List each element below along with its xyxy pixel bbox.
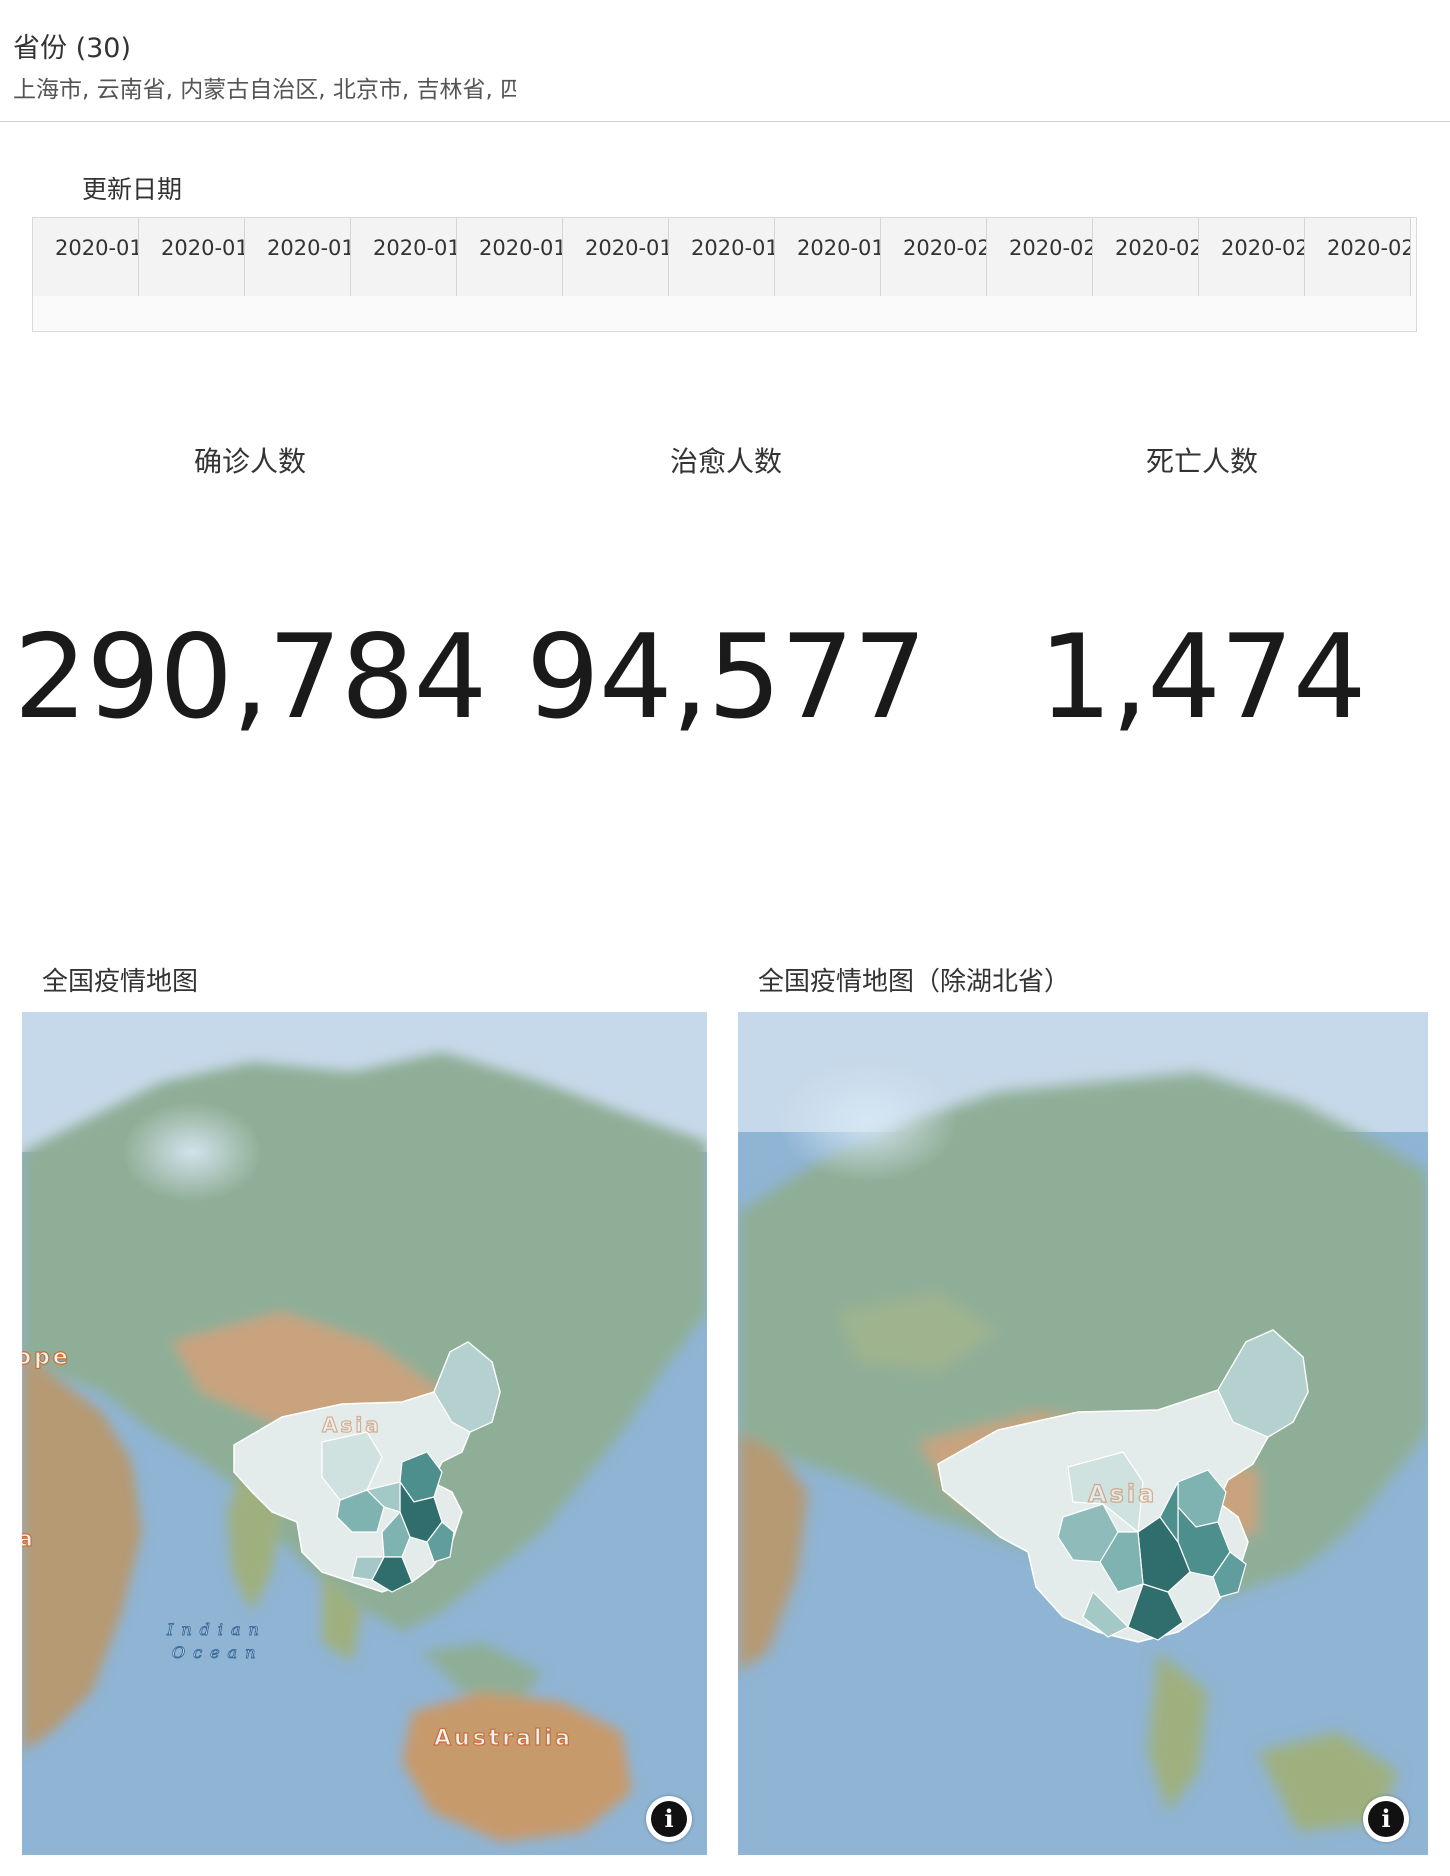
map-left-label-australia: Australia — [434, 1726, 573, 1751]
date-filter-label: 更新日期 — [82, 175, 183, 204]
map-right-title: 全国疫情地图（除湖北省） — [758, 967, 1071, 997]
map-left-label-asia: Asia — [322, 1413, 382, 1437]
map-left-label-africa: a — [22, 1527, 36, 1552]
map-right-info-button[interactable]: i — [1363, 1796, 1409, 1842]
kpi-confirmed-value: 290,784 — [13, 610, 488, 745]
kpi-deaths-value: 1,474 — [1038, 610, 1366, 745]
map-left-label-ocean-2: Ocean — [172, 1643, 263, 1662]
kpi-deaths-label: 死亡人数 — [1145, 445, 1258, 478]
province-filter[interactable]: 省份 (30) 上海市, 云南省, 内蒙古自治区, 北京市, 吉林省, 四川省 — [0, 0, 1450, 122]
kpi-deaths: 死亡人数 1,474 — [964, 440, 1440, 736]
date-cell[interactable]: 2020-02 — [1093, 218, 1199, 296]
kpi-confirmed: 确诊人数 290,784 — [12, 440, 488, 736]
date-cell[interactable]: 2020-02 — [1199, 218, 1305, 296]
date-cell[interactable]: 2020-01 — [563, 218, 669, 296]
date-cell[interactable]: 2020-01 — [351, 218, 457, 296]
province-filter-value[interactable]: 上海市, 云南省, 内蒙古自治区, 北京市, 吉林省, 四川省 — [13, 70, 516, 104]
kpi-recovered-value: 94,577 — [526, 610, 927, 745]
date-cell[interactable]: 2020-01 — [775, 218, 881, 296]
map-left-info-button[interactable]: i — [646, 1796, 692, 1842]
kpi-recovered: 治愈人数 94,577 — [488, 440, 964, 736]
province-filter-title: 省份 (30) — [13, 33, 132, 64]
map-right-label-asia: Asia — [1088, 1480, 1157, 1508]
date-cell[interactable]: 2020-01 — [669, 218, 775, 296]
map-left-canvas: ope a Asia Indian Ocean Australia — [22, 1012, 707, 1855]
date-cell[interactable]: 2020-01 — [245, 218, 351, 296]
date-filter-table: 2020-01 2020-01 2020-01 2020-01 2020-01 … — [32, 217, 1417, 332]
info-icon: i — [651, 1801, 687, 1837]
kpi-confirmed-label: 确诊人数 — [193, 445, 306, 478]
date-cell[interactable]: 2020-01 — [139, 218, 245, 296]
map-left-label-ocean-1: Indian — [166, 1620, 267, 1639]
map-left-title: 全国疫情地图 — [42, 967, 199, 997]
map-left-label-europe: ope — [22, 1345, 71, 1370]
date-cell[interactable]: 2020-02 — [987, 218, 1093, 296]
date-cell[interactable]: 2020-01 — [33, 218, 139, 296]
date-cell[interactable]: 2020-02 — [1305, 218, 1411, 296]
date-filter-row: 2020-01 2020-01 2020-01 2020-01 2020-01 … — [33, 218, 1411, 296]
date-cell[interactable]: 2020-01 — [457, 218, 563, 296]
kpi-recovered-label: 治愈人数 — [669, 445, 782, 478]
map-right-canvas: Asia — [738, 1012, 1428, 1855]
map-right[interactable]: Asia i — [738, 1012, 1428, 1855]
info-icon: i — [1368, 1801, 1404, 1837]
date-cell[interactable]: 2020-02 — [881, 218, 987, 296]
map-left[interactable]: ope a Asia Indian Ocean Australia i — [22, 1012, 707, 1855]
